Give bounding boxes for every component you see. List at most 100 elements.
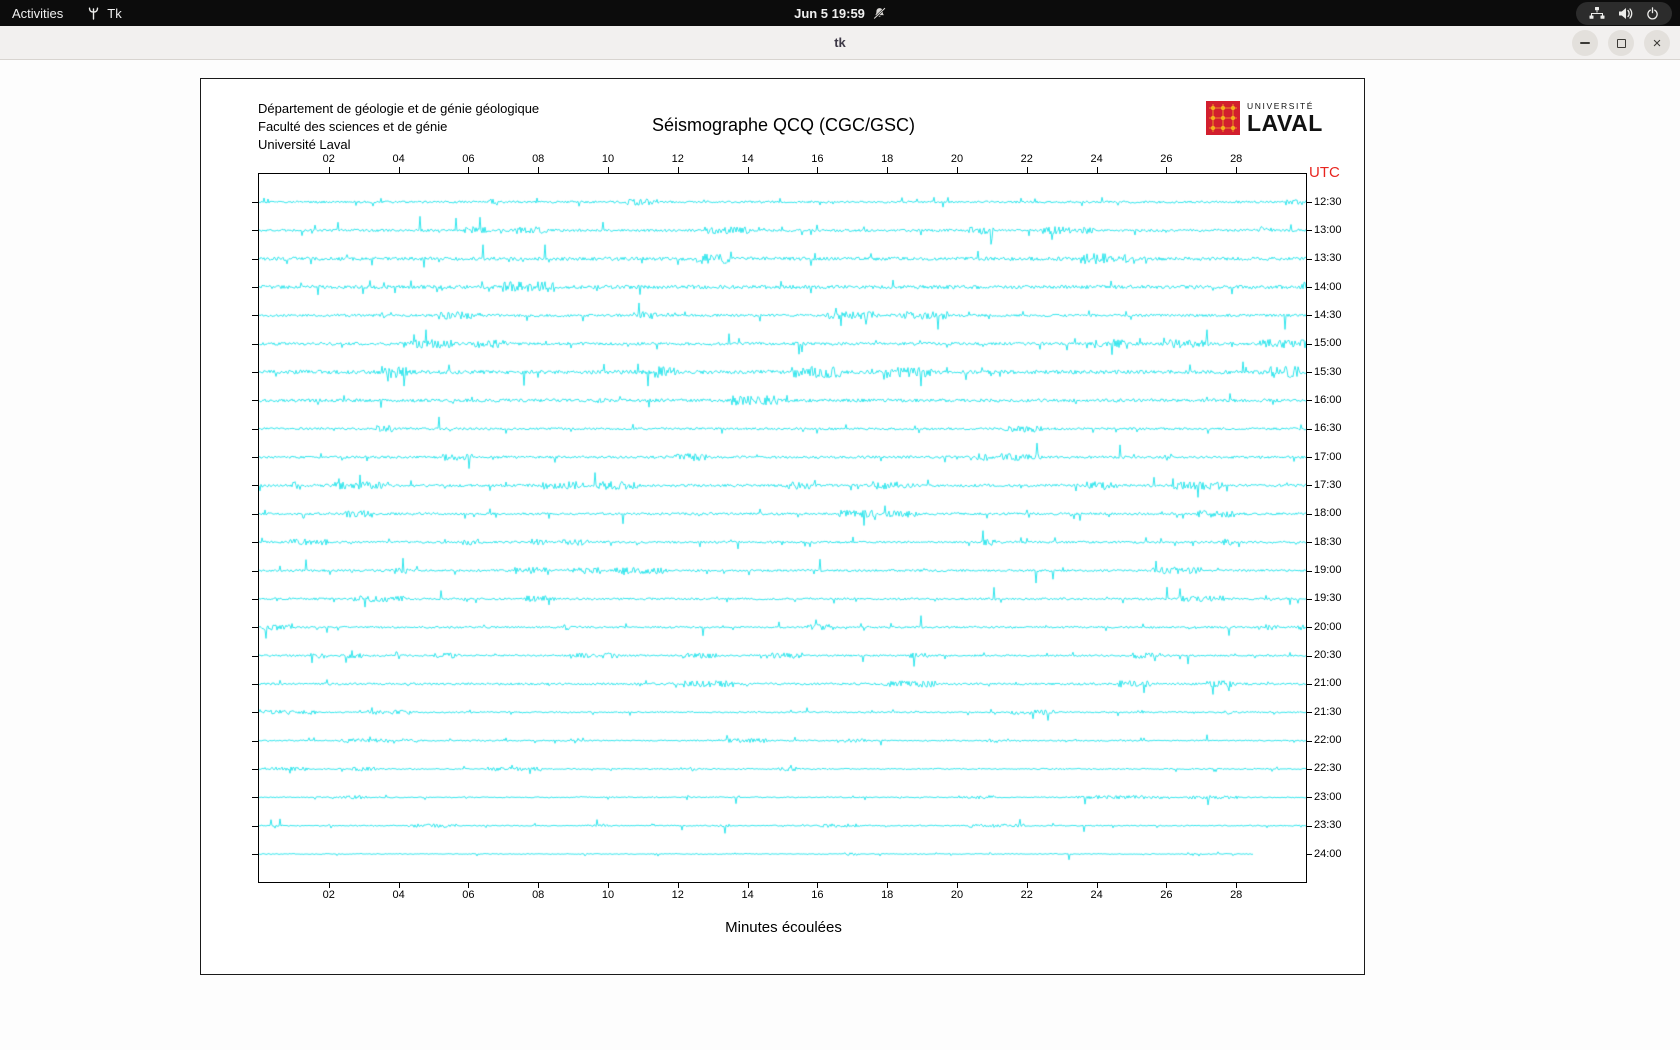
- row-tick-mark: [252, 315, 258, 317]
- desktop-screen: Activities Tk Jun 5 19:59 tk × Départeme…: [0, 0, 1680, 1050]
- x-tick-mark: [538, 882, 540, 888]
- utc-time-label: 21:00: [1314, 677, 1342, 690]
- x-tick-label-bottom: 12: [671, 889, 684, 901]
- row-tick-mark: [252, 854, 258, 855]
- notifications-muted-icon: [873, 6, 886, 19]
- x-tick-label-bottom: 24: [1090, 889, 1103, 901]
- x-tick-mark: [887, 167, 889, 173]
- utc-time-label: 13:00: [1314, 223, 1342, 236]
- utc-time-label: 14:00: [1314, 280, 1342, 293]
- laval-wordmark-bottom: LAVAL: [1247, 110, 1323, 136]
- x-tick-label-bottom: 16: [811, 889, 824, 901]
- x-tick-label-bottom: 22: [1020, 889, 1033, 901]
- x-tick-label-top: 22: [1020, 153, 1033, 165]
- row-tick-mark: [1306, 485, 1312, 487]
- row-tick-mark: [252, 598, 258, 600]
- window-titlebar[interactable]: tk ×: [0, 26, 1680, 60]
- x-tick-label-top: 28: [1230, 153, 1243, 165]
- row-tick-mark: [1306, 825, 1312, 827]
- clock-menu[interactable]: Jun 5 19:59: [794, 0, 886, 26]
- row-tick-mark: [1306, 287, 1312, 289]
- row-tick-mark: [252, 513, 258, 515]
- x-tick-mark: [1096, 882, 1098, 888]
- x-tick-label-top: 02: [322, 153, 335, 165]
- top-bar: Activities Tk Jun 5 19:59: [0, 0, 1680, 26]
- x-tick-mark: [468, 882, 470, 888]
- x-tick-mark: [957, 882, 958, 888]
- minimize-button[interactable]: [1572, 30, 1598, 56]
- x-tick-mark: [817, 882, 819, 888]
- utc-time-label: 18:00: [1314, 507, 1342, 520]
- x-tick-label-top: 26: [1160, 153, 1173, 165]
- utc-time-label: 12:30: [1314, 195, 1342, 208]
- x-tick-label-bottom: 18: [881, 889, 894, 901]
- seismograph-panel: Département de géologie et de génie géol…: [200, 78, 1365, 975]
- x-tick-label-top: 16: [811, 153, 824, 165]
- x-tick-label-bottom: 14: [741, 889, 754, 901]
- x-tick-mark: [1026, 167, 1028, 173]
- utc-time-label: 18:30: [1314, 535, 1342, 548]
- x-tick-label-bottom: 06: [462, 889, 475, 901]
- power-icon: [1647, 6, 1658, 20]
- x-tick-label-bottom: 28: [1230, 889, 1243, 901]
- utc-time-label: 15:00: [1314, 337, 1342, 350]
- app-name-label: Tk: [107, 5, 122, 21]
- utc-label: UTC: [1309, 164, 1340, 181]
- window-controls: ×: [1572, 30, 1670, 56]
- row-tick-mark: [1306, 570, 1312, 572]
- x-axis-label: Minutes écoulées: [725, 919, 842, 936]
- x-tick-mark: [887, 882, 889, 888]
- utc-time-label: 21:30: [1314, 705, 1342, 718]
- system-status-area[interactable]: [1576, 1, 1672, 25]
- row-tick-mark: [1306, 854, 1312, 855]
- volume-icon: [1619, 7, 1633, 19]
- row-tick-mark: [252, 258, 258, 260]
- utc-time-label: 17:30: [1314, 478, 1342, 491]
- x-tick-mark: [608, 882, 609, 888]
- row-tick-mark: [252, 570, 258, 572]
- close-icon: ×: [1652, 34, 1662, 52]
- row-tick-mark: [1306, 230, 1312, 232]
- row-tick-mark: [252, 825, 258, 827]
- maximize-button[interactable]: [1608, 30, 1634, 56]
- row-tick-mark: [1306, 428, 1312, 430]
- row-tick-mark: [252, 428, 258, 430]
- network-icon: [1589, 7, 1605, 19]
- utc-time-label: 23:00: [1314, 790, 1342, 803]
- row-tick-mark: [252, 457, 258, 459]
- row-tick-mark: [1306, 202, 1312, 203]
- row-tick-mark: [1306, 513, 1312, 515]
- utc-time-label: 16:30: [1314, 422, 1342, 435]
- utc-time-label: 22:00: [1314, 734, 1342, 747]
- close-button[interactable]: ×: [1644, 30, 1670, 56]
- activities-button[interactable]: Activities: [0, 0, 75, 26]
- row-tick-mark: [1306, 343, 1312, 345]
- x-tick-label-bottom: 08: [532, 889, 545, 901]
- plot-title: Séismographe QCQ (CGC/GSC): [651, 115, 916, 135]
- row-tick-mark: [1306, 627, 1312, 629]
- row-tick-mark: [1306, 598, 1312, 600]
- x-tick-mark: [677, 167, 679, 173]
- maximize-icon: [1616, 38, 1626, 48]
- tk-icon: [89, 7, 99, 20]
- laval-wordmark: UNIVERSITÉ LAVAL: [1247, 101, 1323, 135]
- x-tick-mark: [608, 167, 609, 173]
- utc-time-label: 16:00: [1314, 393, 1342, 406]
- x-tick-label-top: 12: [671, 153, 684, 165]
- x-tick-mark: [1026, 882, 1028, 888]
- row-tick-mark: [252, 400, 258, 402]
- x-tick-label-bottom: 02: [322, 889, 335, 901]
- clock-label: Jun 5 19:59: [794, 5, 865, 21]
- x-tick-mark: [1166, 167, 1168, 173]
- row-tick-mark: [252, 485, 258, 487]
- row-tick-mark: [1306, 400, 1312, 402]
- window-title: tk: [834, 35, 846, 50]
- x-tick-label-top: 06: [462, 153, 475, 165]
- focused-app-indicator[interactable]: Tk: [75, 0, 133, 26]
- x-tick-label-top: 24: [1090, 153, 1103, 165]
- x-tick-mark: [1236, 882, 1238, 888]
- x-tick-mark: [1236, 167, 1238, 173]
- x-tick-mark: [817, 167, 819, 173]
- x-tick-mark: [1166, 882, 1168, 888]
- x-tick-label-top: 20: [950, 153, 964, 165]
